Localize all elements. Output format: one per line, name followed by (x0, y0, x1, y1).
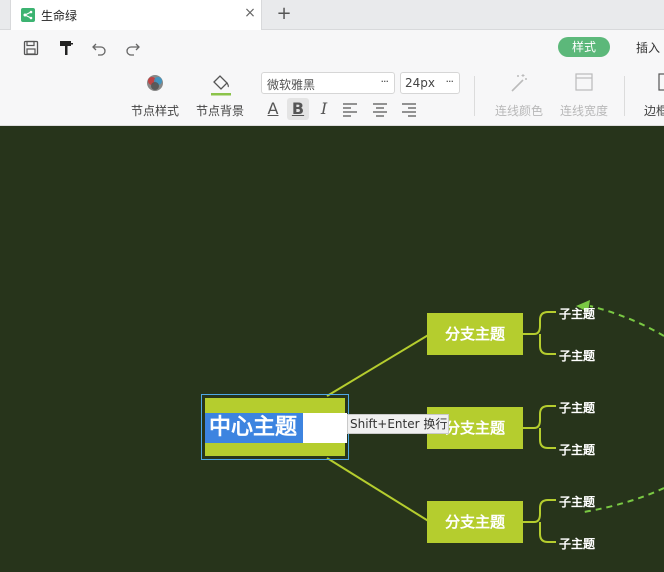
line-width-icon (575, 73, 593, 91)
branch-topic-node[interactable]: 分支主题 (427, 313, 523, 355)
connector-line (326, 333, 431, 397)
paint-bucket-icon (211, 75, 231, 96)
border-label: 边框 (644, 104, 664, 118)
node-background-label: 节点背景 (195, 104, 244, 118)
connector-line (523, 405, 556, 449)
new-tab-button[interactable]: + (274, 4, 294, 24)
mindmap-canvas[interactable]: 中心主题 分支主题 分支主题 分支主题 Shift+Enter 换行 子主题 子… (0, 126, 664, 572)
tab-bar: 生命绿 × + (0, 0, 664, 30)
toolbar-divider (474, 76, 475, 116)
border-icon (658, 73, 664, 91)
line-width-button[interactable]: 连线宽度 (556, 72, 612, 118)
align-left-icon[interactable] (339, 98, 361, 120)
line-color-label: 连线颜色 (494, 104, 543, 118)
font-size-select[interactable]: 24px ··· (400, 72, 460, 94)
magic-wand-icon (511, 74, 527, 92)
node-background-button[interactable]: 节点背景 (192, 72, 248, 118)
center-topic-node[interactable]: 中心主题 (201, 394, 349, 460)
subtopic-node[interactable]: 子主题 (559, 441, 595, 458)
subtopic-node[interactable]: 子主题 (559, 535, 595, 552)
font-family-value: 微软雅黑 (267, 78, 316, 92)
close-icon[interactable]: × (243, 6, 257, 20)
subtopic-node[interactable]: 子主题 (559, 399, 595, 416)
undo-icon[interactable] (90, 39, 108, 57)
font-size-value: 24px (405, 76, 435, 90)
node-style-icon (147, 75, 163, 91)
toolbar: 样式 插入 节点样式 节点背景 微软雅黑 ··· 24px ··· A B I … (0, 30, 664, 126)
font-color-icon[interactable]: A (262, 98, 284, 120)
connector-line (523, 499, 556, 543)
subtopic-node[interactable]: 子主题 (559, 493, 595, 510)
subtopic-node[interactable]: 子主题 (559, 347, 595, 364)
relationship-dashed-line (589, 305, 664, 337)
redo-icon[interactable] (124, 39, 142, 57)
italic-button[interactable]: I (313, 98, 335, 120)
tab-style[interactable]: 样式 (558, 37, 610, 57)
font-family-select[interactable]: 微软雅黑 ··· (261, 72, 395, 94)
connector-line (523, 311, 556, 355)
relationship-dashed-line (583, 487, 664, 513)
branch-topic-node[interactable]: 分支主题 (427, 501, 523, 543)
more-icon: ··· (380, 75, 389, 88)
bold-button[interactable]: B (287, 98, 309, 120)
node-style-button[interactable]: 节点样式 (127, 72, 183, 118)
align-right-icon[interactable] (398, 98, 420, 120)
subtopic-node[interactable]: 子主题 (559, 305, 595, 322)
center-topic-text: 中心主题 (209, 415, 298, 440)
align-center-icon[interactable] (369, 98, 391, 120)
tab-title: 生命绿 (41, 9, 78, 23)
save-icon[interactable] (22, 39, 40, 57)
border-button[interactable]: 边框 (638, 72, 664, 118)
toolbar-divider (624, 76, 625, 116)
more-icon: ··· (445, 75, 454, 88)
tab-insert[interactable]: 插入 (636, 39, 660, 56)
mindmap-app-icon (21, 8, 35, 22)
document-tab[interactable]: 生命绿 × (10, 0, 262, 30)
line-color-button[interactable]: 连线颜色 (491, 72, 547, 118)
center-topic-editor[interactable]: 中心主题 (205, 413, 347, 443)
node-style-label: 节点样式 (130, 104, 179, 118)
shortcut-tooltip: Shift+Enter 换行 (347, 414, 449, 434)
connector-line (326, 457, 431, 523)
format-painter-icon[interactable] (57, 39, 75, 57)
line-width-label: 连线宽度 (559, 104, 608, 118)
